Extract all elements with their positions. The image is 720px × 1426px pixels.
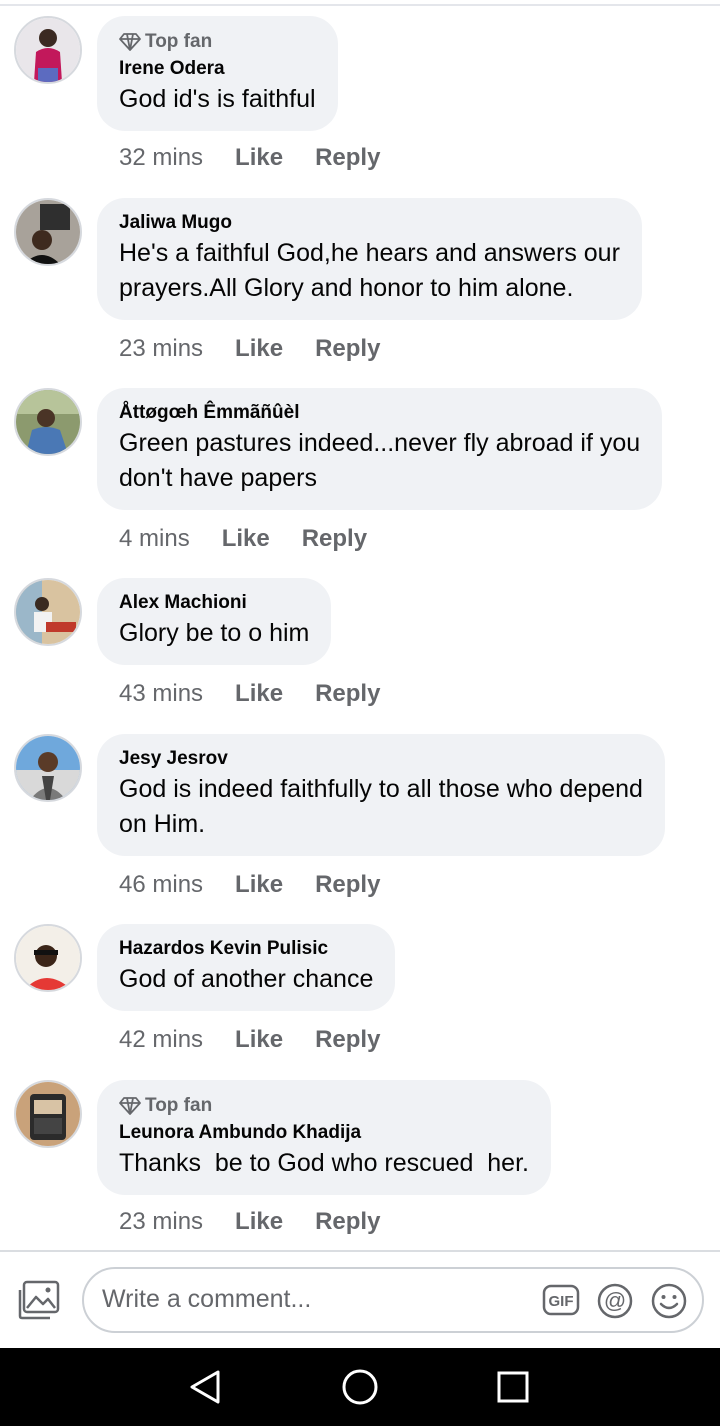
reply-button[interactable]: Reply: [315, 1208, 380, 1236]
avatar[interactable]: [14, 578, 82, 646]
comment-bubble: Hazardos Kevin Pulisic God of another ch…: [97, 924, 396, 1011]
comment-actions: 23 mins Like Reply: [119, 1208, 380, 1236]
comment-composer: Write a comment... GIF @: [0, 1252, 720, 1348]
comment-author[interactable]: Åttøgœh Êmmãñûèl: [119, 400, 640, 426]
comment-actions: 23 mins Like Reply: [119, 335, 380, 363]
emoji-icon[interactable]: [650, 1282, 688, 1320]
svg-text:@: @: [604, 1288, 626, 1313]
gif-icon[interactable]: GIF: [542, 1284, 580, 1316]
comment-author[interactable]: Jaliwa Mugo: [119, 210, 620, 236]
avatar[interactable]: [14, 198, 82, 266]
comment-author[interactable]: Leunora Ambundo Khadija: [119, 1120, 529, 1146]
top-fan-badge: Top fan: [119, 1092, 529, 1120]
home-icon[interactable]: [340, 1367, 380, 1407]
reply-button[interactable]: Reply: [315, 871, 380, 899]
recent-apps-icon[interactable]: [495, 1369, 531, 1405]
comment-actions: 46 mins Like Reply: [119, 871, 380, 899]
top-fan-badge: Top fan: [119, 28, 316, 56]
top-fan-label: Top fan: [145, 1095, 213, 1116]
comment-time: 23 mins: [119, 335, 204, 362]
comment-time: 4 mins: [119, 525, 190, 552]
comment-bubble: Top fan Leunora Ambundo Khadija Thanks b…: [97, 1080, 551, 1195]
like-button[interactable]: Like: [235, 1208, 283, 1236]
reply-button[interactable]: Reply: [315, 144, 380, 172]
avatar[interactable]: [14, 734, 82, 802]
avatar[interactable]: [14, 16, 82, 84]
comment-time: 23 mins: [119, 1208, 204, 1235]
avatar[interactable]: [14, 388, 82, 456]
like-button[interactable]: Like: [235, 871, 283, 899]
like-button[interactable]: Like: [235, 335, 283, 363]
comment-actions: 32 mins Like Reply: [119, 144, 380, 172]
comment-text: God is indeed faithfully to all those wh…: [119, 775, 643, 838]
top-divider: [0, 4, 720, 6]
comment-bubble: Alex Machioni Glory be to o him: [97, 578, 332, 665]
avatar[interactable]: [14, 924, 82, 992]
comment-time: 32 mins: [119, 144, 204, 171]
comment-author[interactable]: Jesy Jesrov: [119, 746, 643, 772]
comment-time: 46 mins: [119, 871, 204, 898]
like-button[interactable]: Like: [235, 1026, 283, 1054]
comment-text: He's a faithful God,he hears and answers…: [119, 239, 620, 302]
like-button[interactable]: Like: [235, 144, 283, 172]
comment-text: Thanks be to God who rescued her.: [119, 1149, 529, 1177]
comment-actions: 42 mins Like Reply: [119, 1026, 380, 1054]
reply-button[interactable]: Reply: [315, 680, 380, 708]
comment-text: Green pastures indeed...never fly abroad…: [119, 429, 641, 492]
comment-bubble: Top fan Irene Odera God id's is faithful: [97, 16, 338, 131]
avatar[interactable]: [14, 1080, 82, 1148]
comment-input-placeholder: Write a comment...: [102, 1285, 312, 1313]
comment-text: God id's is faithful: [119, 85, 316, 113]
like-button[interactable]: Like: [235, 680, 283, 708]
diamond-icon: [119, 33, 141, 51]
comment-bubble: Jesy Jesrov God is indeed faithfully to …: [97, 734, 665, 856]
comment-actions: 4 mins Like Reply: [119, 525, 367, 553]
comment-input[interactable]: Write a comment... GIF @: [82, 1267, 704, 1333]
comment-bubble: Åttøgœh Êmmãñûèl Green pastures indeed..…: [97, 388, 663, 510]
comment-text: God of another chance: [119, 965, 374, 993]
comment-bubble: Jaliwa Mugo He's a faithful God,he hears…: [97, 198, 642, 320]
comment-text: Glory be to o him: [119, 619, 310, 647]
photo-icon[interactable]: [18, 1280, 62, 1320]
comment-actions: 43 mins Like Reply: [119, 680, 380, 708]
reply-button[interactable]: Reply: [315, 1026, 380, 1054]
reply-button[interactable]: Reply: [302, 525, 367, 553]
svg-text:GIF: GIF: [549, 1293, 574, 1310]
diamond-icon: [119, 1097, 141, 1115]
top-fan-label: Top fan: [145, 31, 213, 52]
system-navigation-bar: [0, 1348, 720, 1426]
back-icon[interactable]: [186, 1368, 226, 1406]
like-button[interactable]: Like: [222, 525, 270, 553]
comment-author[interactable]: Hazardos Kevin Pulisic: [119, 936, 373, 962]
comment-time: 42 mins: [119, 1026, 204, 1053]
mention-icon[interactable]: @: [596, 1282, 634, 1320]
comment-author[interactable]: Irene Odera: [119, 56, 316, 82]
comment-author[interactable]: Alex Machioni: [119, 590, 309, 616]
comment-time: 43 mins: [119, 680, 204, 707]
reply-button[interactable]: Reply: [315, 335, 380, 363]
